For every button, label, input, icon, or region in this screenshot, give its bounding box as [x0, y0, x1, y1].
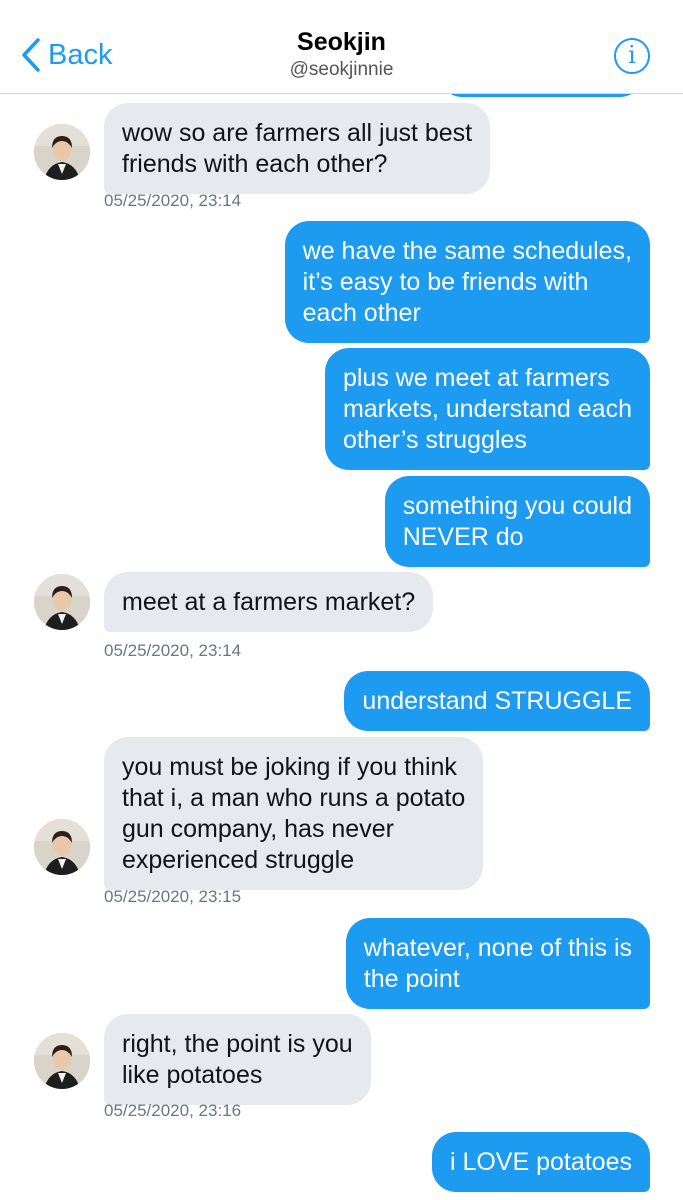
message-line: understand STRUGGLE [362, 687, 632, 715]
contact-avatar[interactable] [34, 574, 90, 630]
avatar-photo-icon [34, 574, 90, 630]
message-line: like potatoes [122, 1061, 263, 1089]
contact-avatar[interactable] [34, 1033, 90, 1089]
avatar-photo-icon [34, 819, 90, 875]
message-line: meet at a farmers market? [122, 588, 416, 616]
message-timestamp: 05/25/2020, 23:14 [104, 641, 242, 660]
message-line: other’s struggles [342, 426, 527, 454]
message-line: i LOVE potatoes [449, 1148, 632, 1176]
outgoing-message[interactable]: plus we meet at farmers markets, underst… [324, 348, 650, 470]
contact-name: Seokjin [297, 28, 386, 56]
incoming-message[interactable]: wow so are farmers all just best friends… [104, 103, 491, 194]
contact-handle: @seokjinnie [289, 59, 394, 80]
outgoing-message[interactable]: we have the same schedules, it’s easy to… [284, 221, 650, 343]
message-line: gun company, has never [122, 815, 394, 843]
message-line: wow so are farmers all just best [122, 119, 473, 147]
info-icon[interactable]: i [614, 38, 650, 74]
outgoing-message[interactable]: whatever, none of this is the point [345, 918, 650, 1009]
avatar-photo-icon [34, 1033, 90, 1089]
message-line: NEVER do [402, 523, 524, 551]
incoming-message[interactable]: meet at a farmers market? [104, 572, 434, 632]
message-line: we have the same schedules, [302, 237, 632, 265]
incoming-message[interactable]: right, the point is you like potatoes [104, 1014, 371, 1105]
outgoing-message[interactable]: something you could NEVER do [384, 476, 650, 567]
outgoing-message[interactable]: understand STRUGGLE [344, 671, 650, 731]
message-line: that i, a man who runs a potato [122, 784, 466, 812]
contact-avatar[interactable] [34, 124, 90, 180]
message-line: you must be joking if you think [122, 753, 457, 781]
message-line: markets, understand each [342, 395, 632, 423]
conversation-header: Back Seokjin @seokjinnie i [0, 0, 683, 94]
message-line: whatever, none of this is [363, 934, 632, 962]
message-line: experienced struggle [122, 846, 355, 874]
message-line: friends with each other? [122, 150, 388, 178]
message-line: it’s easy to be friends with [302, 268, 589, 296]
incoming-message[interactable]: you must be joking if you think that i, … [104, 737, 484, 890]
avatar-photo-icon [34, 124, 90, 180]
message-line: right, the point is you [122, 1030, 353, 1058]
contact-avatar[interactable] [34, 819, 90, 875]
message-line: each other [302, 299, 421, 327]
message-line: the point [363, 965, 460, 993]
message-line: plus we meet at farmers [342, 364, 610, 392]
message-line: something you could [402, 492, 632, 520]
message-timestamp: 05/25/2020, 23:15 [104, 887, 242, 906]
contact-title: Seokjin @seokjinnie [0, 28, 683, 81]
outgoing-message[interactable]: i LOVE potatoes [431, 1132, 650, 1192]
message-timestamp: 05/25/2020, 23:14 [104, 191, 242, 210]
message-timestamp: 05/25/2020, 23:16 [104, 1101, 242, 1120]
